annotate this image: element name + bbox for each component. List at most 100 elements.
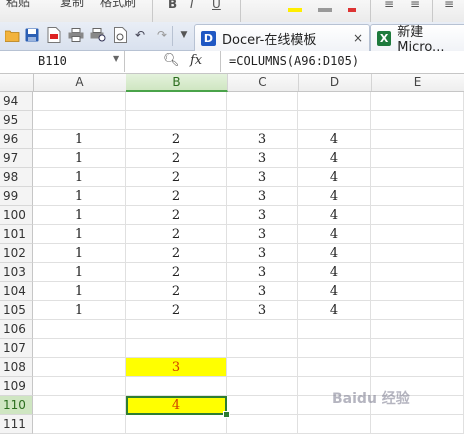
cell-b94[interactable] bbox=[126, 92, 227, 111]
cell-d99[interactable]: 4 bbox=[298, 187, 371, 206]
cell-b103[interactable]: 2 bbox=[126, 263, 227, 282]
cell-b105[interactable]: 2 bbox=[126, 301, 227, 320]
name-box[interactable]: B110 ▼ bbox=[0, 51, 125, 72]
row-header[interactable]: 108 bbox=[0, 358, 33, 377]
cell-b98[interactable]: 2 bbox=[126, 168, 227, 187]
align-icon[interactable]: ≡ bbox=[384, 0, 394, 11]
cell-b102[interactable]: 2 bbox=[126, 244, 227, 263]
row-header[interactable]: 109 bbox=[0, 377, 33, 396]
dropdown-arrow-icon[interactable]: ▼ bbox=[176, 27, 192, 43]
cell-e104[interactable] bbox=[371, 282, 464, 301]
row-header[interactable]: 95 bbox=[0, 111, 33, 130]
cell-d98[interactable]: 4 bbox=[298, 168, 371, 187]
cell-a101[interactable]: 1 bbox=[33, 225, 126, 244]
magnifier-icon[interactable]: 🔍︎ bbox=[163, 53, 180, 68]
copy-button[interactable]: 复制 bbox=[60, 0, 84, 10]
format-painter-button[interactable]: 格式刷 bbox=[100, 0, 136, 10]
row-header[interactable]: 107 bbox=[0, 339, 33, 358]
cell-e101[interactable] bbox=[371, 225, 464, 244]
cell-e103[interactable] bbox=[371, 263, 464, 282]
cell-a98[interactable]: 1 bbox=[33, 168, 126, 187]
cell-d100[interactable]: 4 bbox=[298, 206, 371, 225]
row-header[interactable]: 96 bbox=[0, 130, 33, 149]
print-icon[interactable] bbox=[68, 27, 84, 43]
cell-d103[interactable]: 4 bbox=[298, 263, 371, 282]
cell-b107[interactable] bbox=[126, 339, 227, 358]
row-header[interactable]: 106 bbox=[0, 320, 33, 339]
cell-b99[interactable]: 2 bbox=[126, 187, 227, 206]
cell-c103[interactable]: 3 bbox=[227, 263, 298, 282]
cell-e111[interactable] bbox=[371, 415, 464, 434]
cell-d106[interactable] bbox=[298, 320, 371, 339]
cell-c96[interactable]: 3 bbox=[227, 130, 298, 149]
row-header[interactable]: 103 bbox=[0, 263, 33, 282]
cell-b97[interactable]: 2 bbox=[126, 149, 227, 168]
cell-d104[interactable]: 4 bbox=[298, 282, 371, 301]
cell-b111[interactable] bbox=[126, 415, 227, 434]
row-header[interactable]: 101 bbox=[0, 225, 33, 244]
cell-b110[interactable]: 4 bbox=[126, 396, 227, 415]
cell-a103[interactable]: 1 bbox=[33, 263, 126, 282]
cell-e95[interactable] bbox=[371, 111, 464, 130]
cell-a96[interactable]: 1 bbox=[33, 130, 126, 149]
paste-button[interactable]: 粘贴 bbox=[6, 0, 30, 10]
bold-icon[interactable]: B bbox=[168, 0, 177, 11]
cell-a102[interactable]: 1 bbox=[33, 244, 126, 263]
row-header[interactable]: 102 bbox=[0, 244, 33, 263]
row-header[interactable]: 110 bbox=[0, 396, 33, 415]
cell-c95[interactable] bbox=[227, 111, 298, 130]
cell-c106[interactable] bbox=[227, 320, 298, 339]
cell-c99[interactable]: 3 bbox=[227, 187, 298, 206]
cell-d111[interactable] bbox=[298, 415, 371, 434]
cell-b104[interactable]: 2 bbox=[126, 282, 227, 301]
cell-c109[interactable] bbox=[227, 377, 298, 396]
cell-a109[interactable] bbox=[33, 377, 126, 396]
cell-e106[interactable] bbox=[371, 320, 464, 339]
row-header[interactable]: 105 bbox=[0, 301, 33, 320]
cell-c107[interactable] bbox=[227, 339, 298, 358]
cell-a106[interactable] bbox=[33, 320, 126, 339]
close-icon[interactable]: × bbox=[353, 31, 363, 45]
underline-icon[interactable]: U bbox=[212, 0, 221, 11]
row-header[interactable]: 99 bbox=[0, 187, 33, 206]
cell-b100[interactable]: 2 bbox=[126, 206, 227, 225]
cell-c100[interactable]: 3 bbox=[227, 206, 298, 225]
row-header[interactable]: 111 bbox=[0, 415, 33, 434]
cell-c102[interactable]: 3 bbox=[227, 244, 298, 263]
cell-d95[interactable] bbox=[298, 111, 371, 130]
export-pdf-icon[interactable] bbox=[46, 27, 62, 43]
save-icon[interactable] bbox=[24, 27, 40, 43]
formula-input[interactable]: =COLUMNS(A96:D105) bbox=[220, 51, 464, 72]
column-header-b[interactable]: B bbox=[126, 74, 228, 92]
cell-b109[interactable] bbox=[126, 377, 227, 396]
print-preview-icon[interactable] bbox=[90, 27, 106, 43]
cell-e99[interactable] bbox=[371, 187, 464, 206]
cell-a97[interactable]: 1 bbox=[33, 149, 126, 168]
cell-d97[interactable]: 4 bbox=[298, 149, 371, 168]
cell-c97[interactable]: 3 bbox=[227, 149, 298, 168]
column-header-e[interactable]: E bbox=[371, 74, 464, 91]
spreadsheet-grid[interactable]: ABCDE 94 95 96 1 2 3 4 97 1 2 3 4 98 1 2 3 4 99 1 2 3 4 100 1 2 3… bbox=[0, 74, 464, 439]
row-header[interactable]: 98 bbox=[0, 168, 33, 187]
cell-b106[interactable] bbox=[126, 320, 227, 339]
row-header[interactable]: 97 bbox=[0, 149, 33, 168]
column-header-d[interactable]: D bbox=[298, 74, 372, 91]
cell-b101[interactable]: 2 bbox=[126, 225, 227, 244]
tab-docer[interactable]: D Docer-在线模板 × bbox=[194, 24, 370, 51]
undo-icon[interactable]: ↶ bbox=[132, 27, 148, 43]
font-color-icon[interactable] bbox=[318, 8, 332, 12]
row-header[interactable]: 94 bbox=[0, 92, 33, 111]
cell-d107[interactable] bbox=[298, 339, 371, 358]
highlight-color-icon[interactable] bbox=[288, 8, 302, 12]
cell-e108[interactable] bbox=[371, 358, 464, 377]
cell-a94[interactable] bbox=[33, 92, 126, 111]
italic-icon[interactable]: I bbox=[190, 0, 194, 11]
cell-a99[interactable]: 1 bbox=[33, 187, 126, 206]
cell-e98[interactable] bbox=[371, 168, 464, 187]
cell-a108[interactable] bbox=[33, 358, 126, 377]
cell-e94[interactable] bbox=[371, 92, 464, 111]
cell-d108[interactable] bbox=[298, 358, 371, 377]
cell-d96[interactable]: 4 bbox=[298, 130, 371, 149]
row-header[interactable]: 100 bbox=[0, 206, 33, 225]
cell-c101[interactable]: 3 bbox=[227, 225, 298, 244]
